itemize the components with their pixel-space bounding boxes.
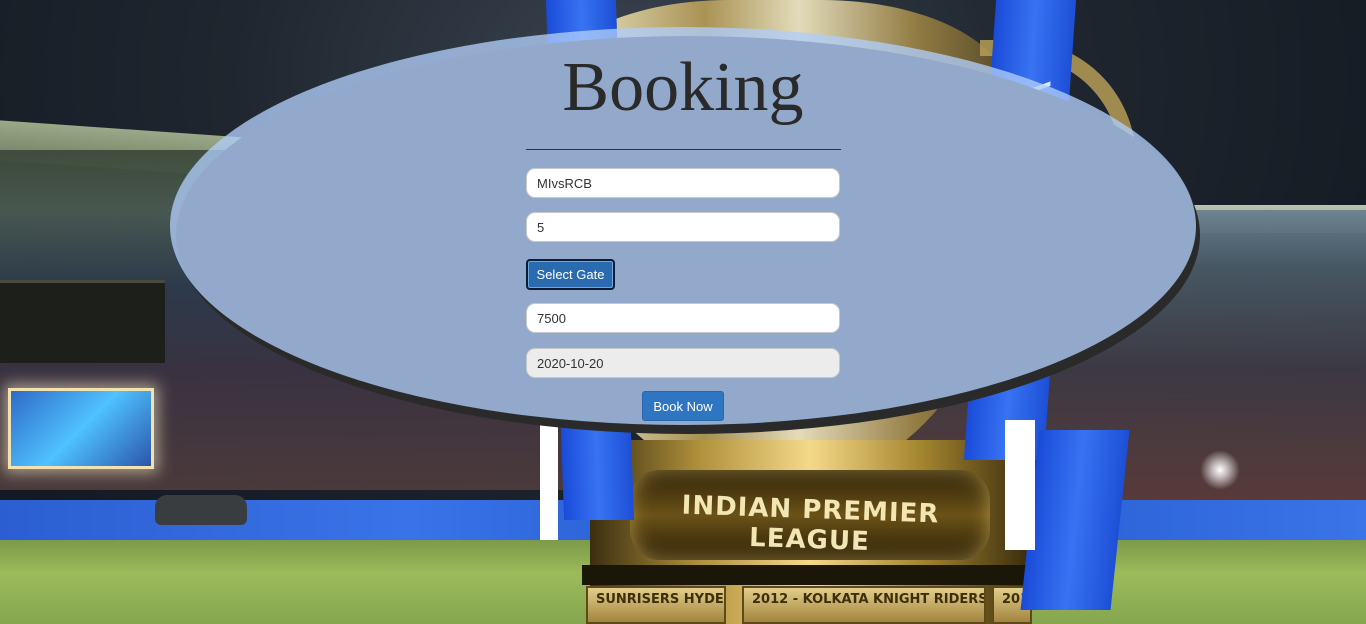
title-divider: [526, 149, 841, 150]
ribbon-right-lower: [1020, 430, 1130, 610]
page-title: Booking: [562, 49, 804, 126]
trophy-plaque-center: 2012 - KOLKATA KNIGHT RIDERS: [742, 586, 986, 624]
ribbon-right-edge: [1005, 420, 1035, 550]
tickets-input[interactable]: [526, 212, 840, 242]
booking-page: INDIAN PREMIER LEAGUE SUNRISERS HYDERABA…: [0, 0, 1366, 624]
floodlight-flare: [1200, 450, 1240, 490]
trophy-ring: [582, 565, 1030, 585]
date-input[interactable]: [526, 348, 840, 378]
stadium-big-screen: [8, 388, 154, 469]
match-input[interactable]: [526, 168, 840, 198]
book-now-button[interactable]: Book Now: [642, 391, 724, 421]
select-gate-button[interactable]: Select Gate: [526, 259, 615, 290]
price-input[interactable]: [526, 303, 840, 333]
display-car: [155, 495, 247, 525]
trophy-plaque-left: SUNRISERS HYDERABAD: [586, 586, 726, 624]
stadium-scoreboard: [0, 280, 165, 363]
trophy-engraving: INDIAN PREMIER LEAGUE: [681, 490, 940, 558]
